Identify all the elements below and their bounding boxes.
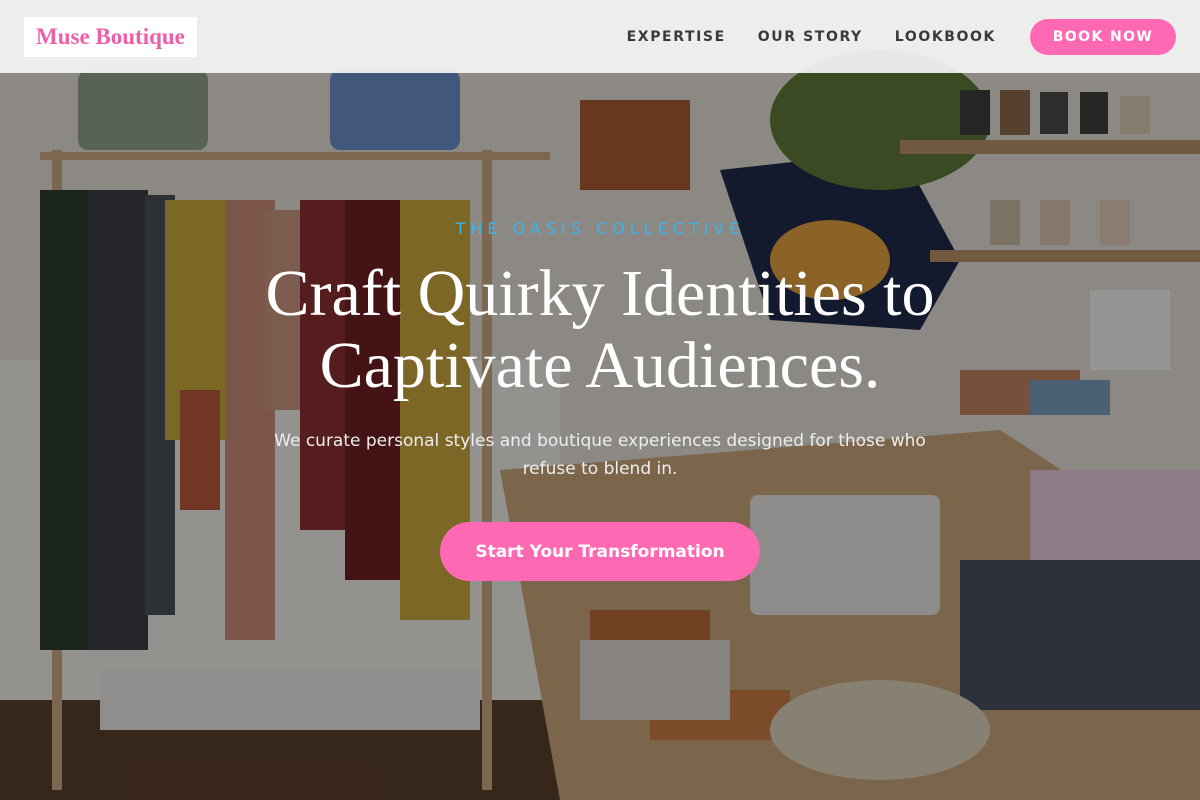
hero-headline: Craft Quirky Identities to Captivate Aud… bbox=[0, 258, 1200, 402]
nav-link-expertise[interactable]: EXPERTISE bbox=[627, 29, 726, 45]
book-now-button[interactable]: BOOK NOW bbox=[1030, 18, 1176, 55]
hero-eyebrow: THE OASIS COLLECTIVE bbox=[455, 219, 745, 238]
nav-link-our-story[interactable]: OUR STORY bbox=[758, 29, 863, 45]
site-header: Muse Boutique EXPERTISE OUR STORY LOOKBO… bbox=[0, 0, 1200, 73]
start-transformation-button[interactable]: Start Your Transformation bbox=[440, 522, 760, 581]
hero-headline-line-2: Captivate Audiences. bbox=[319, 329, 881, 402]
hero-headline-line-1: Craft Quirky Identities to bbox=[265, 257, 935, 330]
site-logo[interactable]: Muse Boutique bbox=[24, 16, 197, 57]
hero-subtext: We curate personal styles and boutique e… bbox=[274, 431, 926, 479]
nav-link-lookbook[interactable]: LOOKBOOK bbox=[895, 29, 996, 45]
main-navigation: EXPERTISE OUR STORY LOOKBOOK BOOK NOW bbox=[627, 18, 1176, 55]
